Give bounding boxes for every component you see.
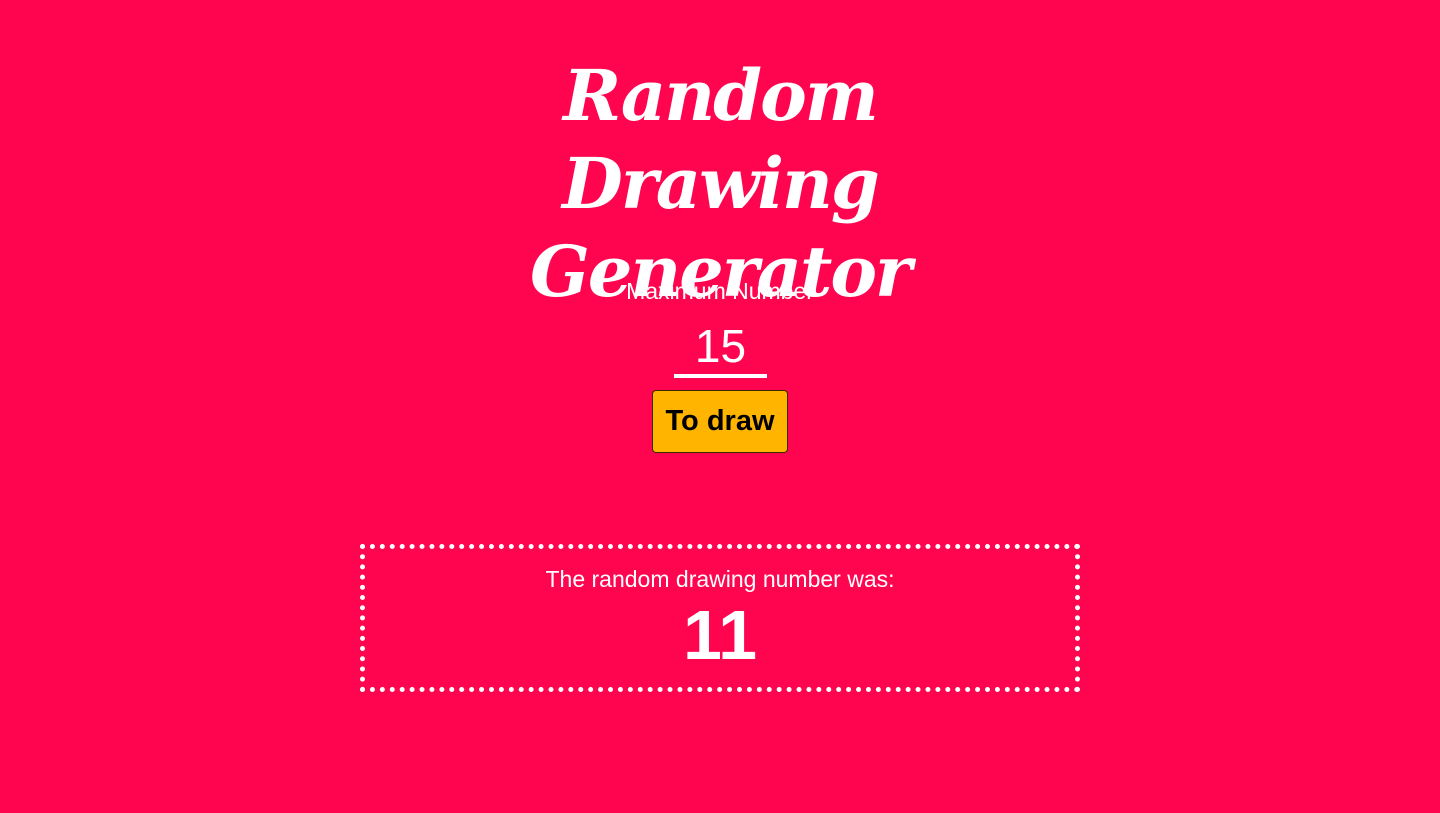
- result-number: 11: [683, 596, 757, 674]
- max-number-input[interactable]: [674, 318, 767, 378]
- draw-button[interactable]: To draw: [652, 390, 788, 453]
- max-number-label: Maximum Number: [626, 278, 814, 304]
- page-root: Random Drawing Generator Maximum Number …: [0, 0, 1440, 813]
- result-box: The random drawing number was: 11: [360, 544, 1080, 692]
- result-label: The random drawing number was:: [545, 566, 895, 592]
